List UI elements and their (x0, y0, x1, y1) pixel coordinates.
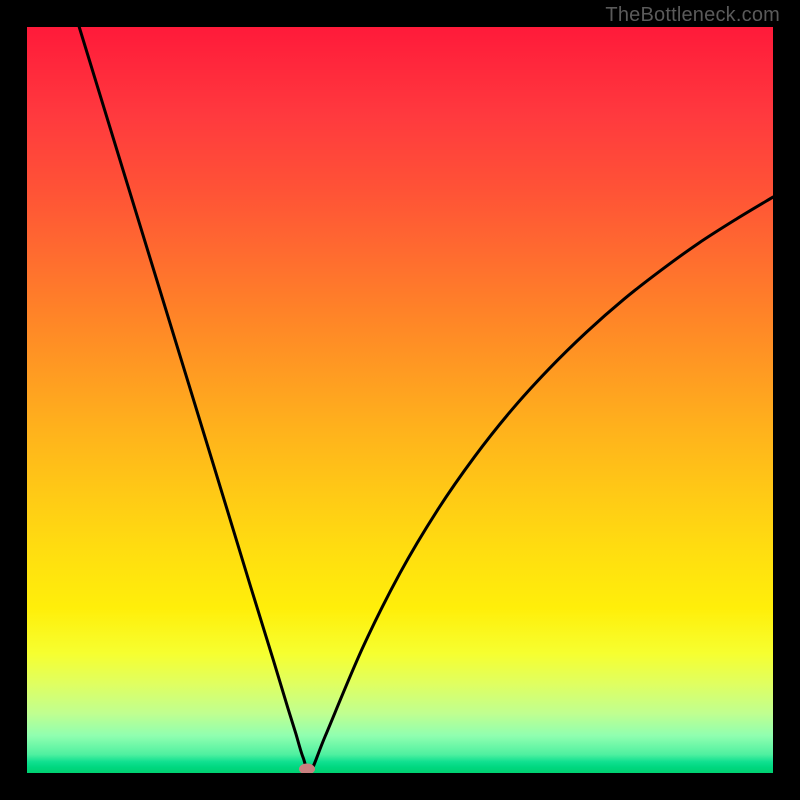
chart-frame (27, 27, 773, 773)
bottleneck-curve (27, 27, 773, 773)
optimum-marker (299, 764, 315, 773)
watermark-text: TheBottleneck.com (605, 4, 780, 27)
